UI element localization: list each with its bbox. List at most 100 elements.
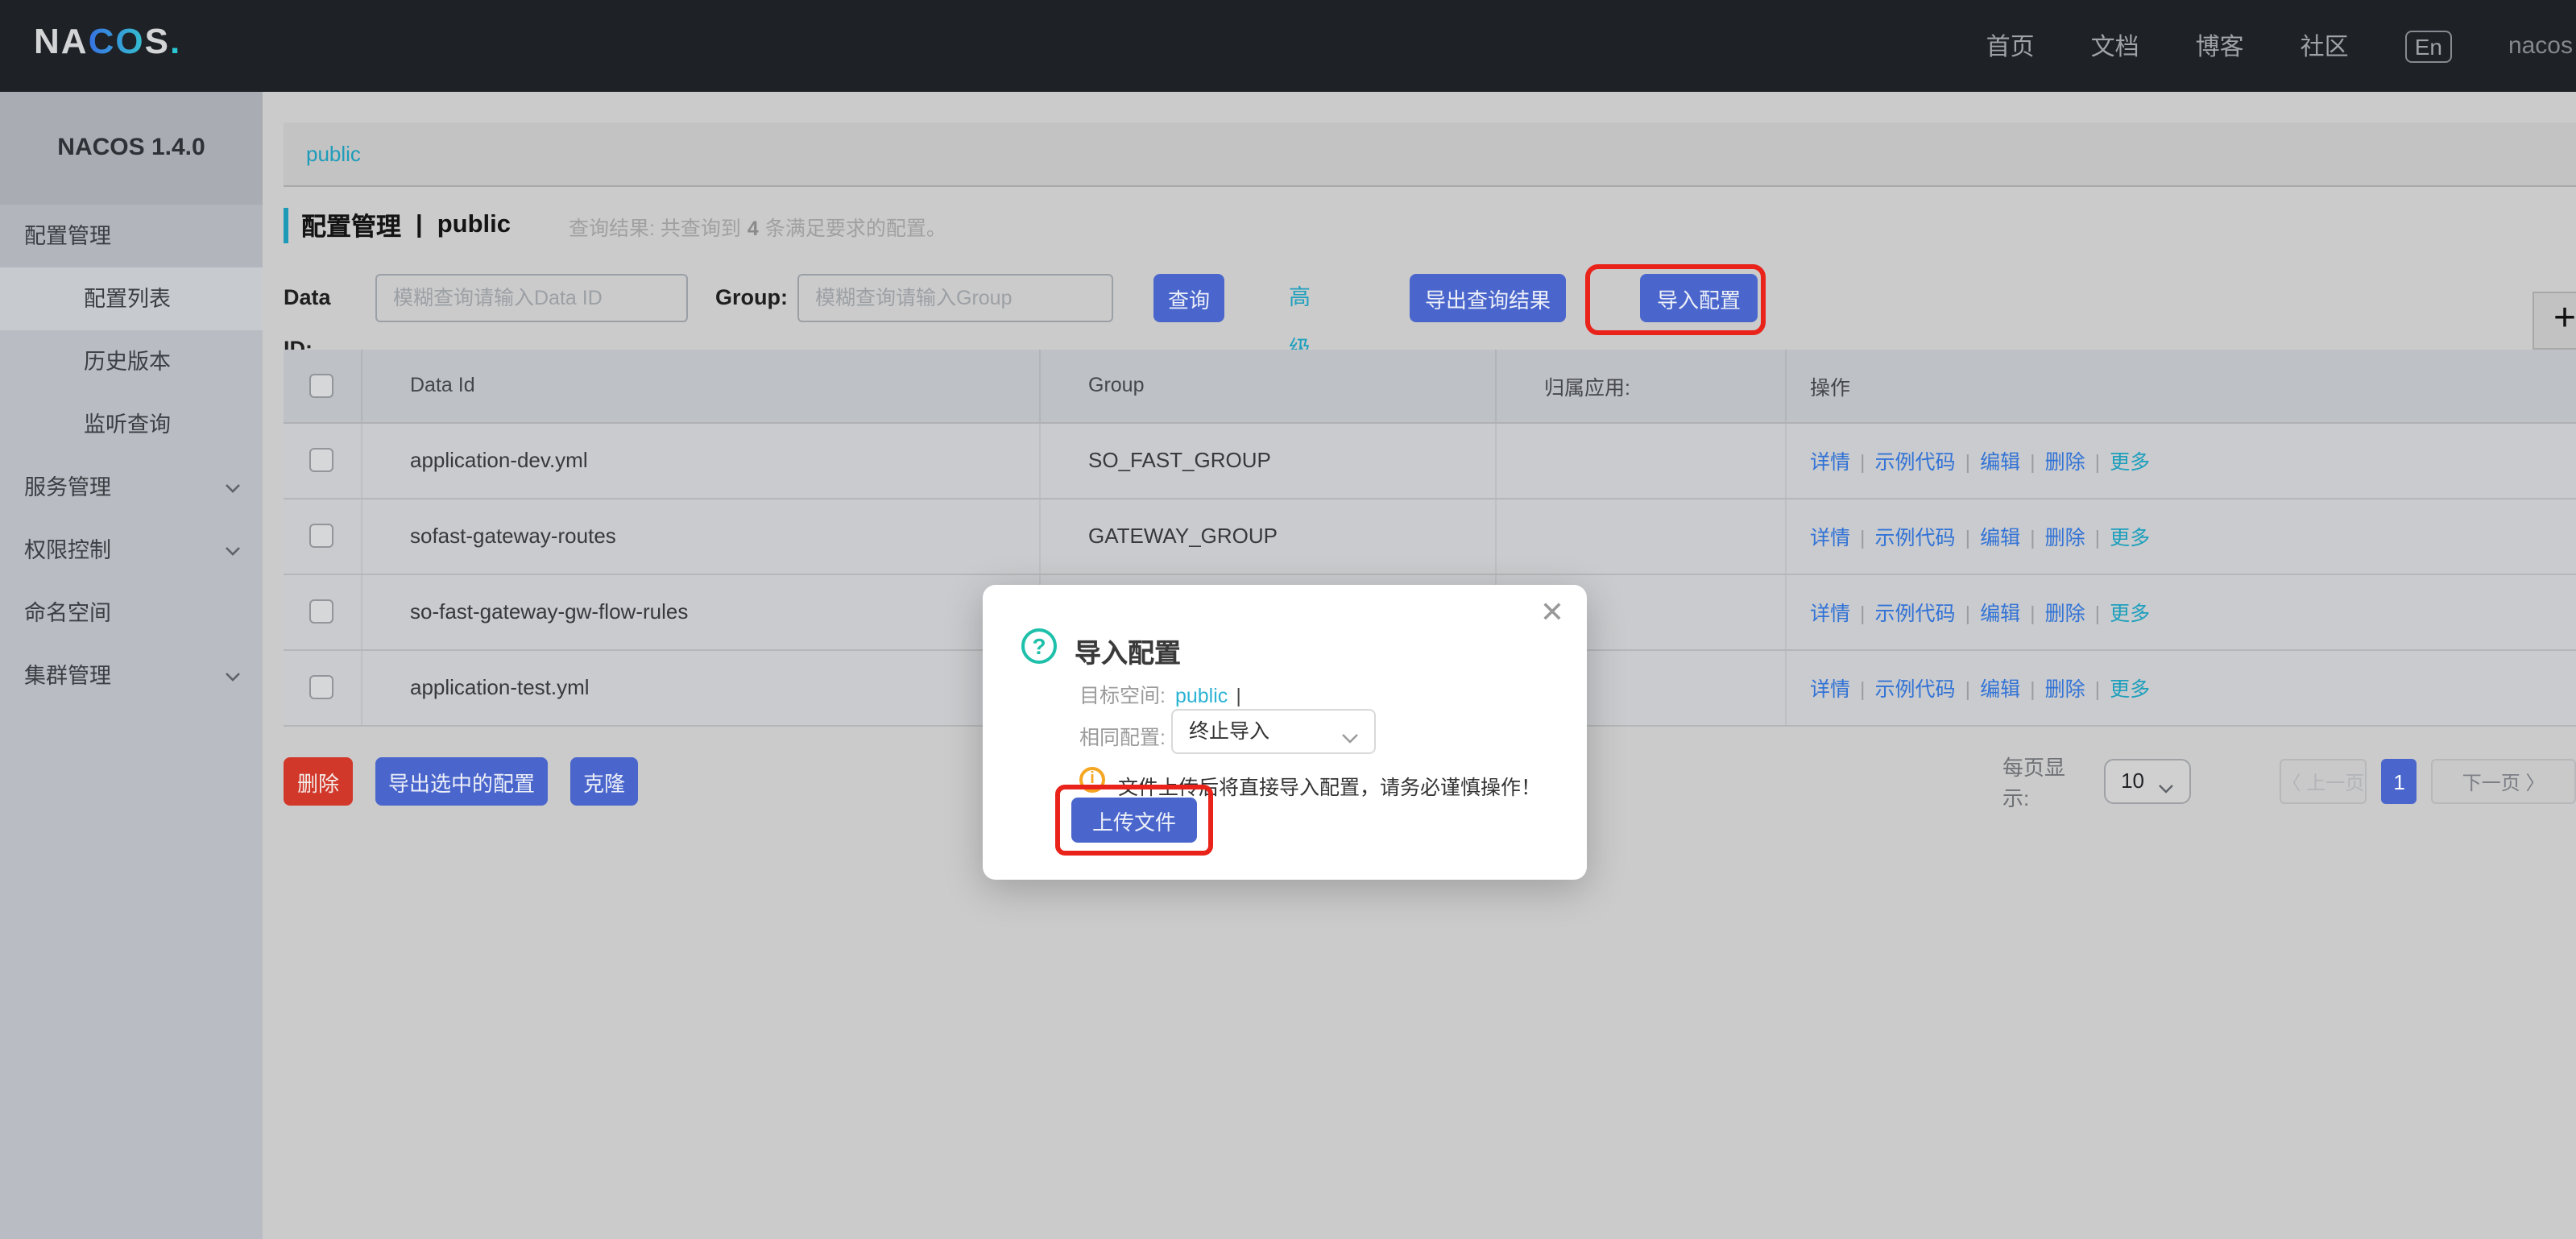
nacos-logo[interactable]: NACOS. — [34, 21, 181, 63]
sidebar-item-access-control[interactable]: 权限控制 — [0, 519, 263, 582]
action-detail[interactable]: 详情 — [1810, 678, 1850, 701]
action-separator: | — [2095, 603, 2101, 625]
logo-dot: . — [170, 21, 181, 61]
column-header-group[interactable]: Group — [1039, 350, 1495, 422]
column-header-data-id[interactable]: Data Id — [361, 350, 1039, 422]
question-circle-icon: ? — [1021, 628, 1057, 664]
chevron-up-icon — [224, 227, 242, 245]
group-input[interactable] — [797, 274, 1113, 322]
cell-operations: 详情|示例代码|编辑|删除|更多 — [1785, 649, 2576, 725]
action-edit[interactable]: 编辑 — [1980, 603, 2020, 625]
conflict-policy-value: 终止导入 — [1189, 711, 1269, 752]
action-separator: | — [1965, 603, 1971, 625]
nacos-console: NACOS. 首页 文档 博客 社区 En nacos NACOS 1.4.0 … — [0, 0, 2576, 1239]
action-sample-code[interactable]: 示例代码 — [1875, 603, 1956, 625]
language-toggle[interactable]: En — [2405, 30, 2452, 62]
sidebar-item-label: 配置列表 — [84, 287, 171, 311]
conflict-policy-label: 相同配置: — [1079, 720, 1166, 751]
sidebar-item-service-management[interactable]: 服务管理 — [0, 456, 263, 519]
cell-data-id: application-test.yml — [361, 649, 1039, 725]
action-more[interactable]: 更多 — [2110, 603, 2150, 625]
action-delete[interactable]: 删除 — [2045, 603, 2085, 625]
sidebar-item-cluster-management[interactable]: 集群管理 — [0, 644, 263, 707]
namespace-tab-bar: public — [284, 122, 2576, 187]
chevron-down-icon — [224, 667, 242, 685]
title-separator: | — [416, 211, 423, 240]
action-sample-code[interactable]: 示例代码 — [1875, 451, 1956, 474]
namespace-tab-public[interactable]: public — [306, 122, 361, 187]
sidebar-item-config-list[interactable]: 配置列表 — [0, 267, 263, 330]
export-results-button[interactable]: 导出查询结果 — [1410, 274, 1566, 322]
action-separator: | — [2030, 451, 2036, 474]
row-checkbox[interactable] — [310, 448, 334, 472]
bulk-delete-button[interactable]: 删除 — [284, 757, 353, 806]
action-edit[interactable]: 编辑 — [1980, 451, 2020, 474]
page-title-row: 配置管理 | public 查询结果: 共查询到4条满足要求的配置。 — [284, 205, 946, 247]
page-size-select[interactable]: 10 — [2103, 759, 2190, 804]
action-more[interactable]: 更多 — [2110, 527, 2150, 549]
conflict-policy-select[interactable]: 终止导入 — [1171, 709, 1376, 754]
top-header: NACOS. 首页 文档 博客 社区 En nacos — [0, 0, 2576, 92]
dialog-title: 导入配置 — [1075, 632, 1181, 670]
action-edit[interactable]: 编辑 — [1980, 527, 2020, 549]
action-delete[interactable]: 删除 — [2045, 527, 2085, 549]
upload-file-button[interactable]: 上传文件 — [1071, 798, 1197, 843]
query-button[interactable]: 查询 — [1153, 274, 1224, 322]
chevron-down-icon — [224, 541, 242, 559]
sidebar-item-config-management[interactable]: 配置管理 — [0, 205, 263, 267]
action-more[interactable]: 更多 — [2110, 678, 2150, 701]
action-delete[interactable]: 删除 — [2045, 451, 2085, 474]
export-selected-button[interactable]: 导出选中的配置 — [375, 757, 548, 806]
table-header-row: Data Id Group 归属应用: 操作 — [284, 350, 2576, 422]
sidebar: NACOS 1.4.0 配置管理 配置列表 历史版本 监听查询 服务管理 权限控… — [0, 92, 263, 1239]
next-page-button[interactable]: 下一页 〉 — [2431, 759, 2576, 804]
cell-app — [1495, 422, 1785, 498]
sidebar-item-history[interactable]: 历史版本 — [0, 330, 263, 393]
cell-operations: 详情|示例代码|编辑|删除|更多 — [1785, 574, 2576, 649]
clone-button[interactable]: 克隆 — [570, 757, 638, 806]
nav-docs[interactable]: 文档 — [2091, 29, 2139, 63]
pagination: 每页显示: 10 〈 上一页 1 下一页 〉 — [2002, 759, 2576, 804]
column-header-app[interactable]: 归属应用: — [1495, 350, 1785, 422]
chevron-down-icon — [224, 479, 242, 496]
action-edit[interactable]: 编辑 — [1980, 678, 2020, 701]
nav-home[interactable]: 首页 — [1986, 29, 2035, 63]
action-separator: | — [2095, 451, 2101, 474]
prev-page-button[interactable]: 〈 上一页 — [2279, 759, 2367, 804]
sidebar-item-namespace[interactable]: 命名空间 — [0, 582, 263, 644]
action-more[interactable]: 更多 — [2110, 451, 2150, 474]
username[interactable]: nacos — [2508, 32, 2573, 60]
sidebar-item-listener-query[interactable]: 监听查询 — [0, 393, 263, 456]
data-id-input[interactable] — [375, 274, 688, 322]
import-config-button[interactable]: 导入配置 — [1640, 274, 1758, 322]
sidebar-item-label: 命名空间 — [24, 601, 111, 625]
import-config-dialog: ✕ ? 导入配置 目标空间:public| 相同配置: 终止导入 i 文件上传后… — [983, 585, 1587, 880]
nav-community[interactable]: 社区 — [2301, 29, 2349, 63]
action-delete[interactable]: 删除 — [2045, 678, 2085, 701]
page-size-label: 每页显示: — [2002, 751, 2087, 812]
add-config-button[interactable]: + — [2533, 292, 2576, 350]
action-detail[interactable]: 详情 — [1810, 527, 1850, 549]
sidebar-version: NACOS 1.4.0 — [0, 92, 263, 205]
logo-text-s: S — [145, 21, 170, 61]
action-separator: | — [1860, 451, 1866, 474]
action-sample-code[interactable]: 示例代码 — [1875, 678, 1956, 701]
target-namespace-value: public — [1175, 685, 1228, 707]
cell-data-id: so-fast-gateway-gw-flow-rules — [361, 574, 1039, 649]
action-separator: | — [1860, 527, 1866, 549]
action-separator: | — [1965, 527, 1971, 549]
nav-blog[interactable]: 博客 — [2196, 29, 2244, 63]
action-sample-code[interactable]: 示例代码 — [1875, 527, 1956, 549]
close-icon[interactable]: ✕ — [1540, 598, 1564, 627]
action-detail[interactable]: 详情 — [1810, 603, 1850, 625]
result-count: 4 — [748, 217, 759, 239]
row-checkbox[interactable] — [310, 524, 334, 548]
chevron-down-icon — [1340, 725, 1360, 754]
current-page-button[interactable]: 1 — [2382, 759, 2417, 804]
target-namespace-separator: | — [1236, 685, 1241, 707]
select-all-checkbox[interactable] — [310, 374, 334, 398]
row-checkbox[interactable] — [310, 675, 334, 699]
sidebar-item-label: 配置管理 — [24, 224, 111, 248]
action-detail[interactable]: 详情 — [1810, 451, 1850, 474]
row-checkbox[interactable] — [310, 599, 334, 624]
